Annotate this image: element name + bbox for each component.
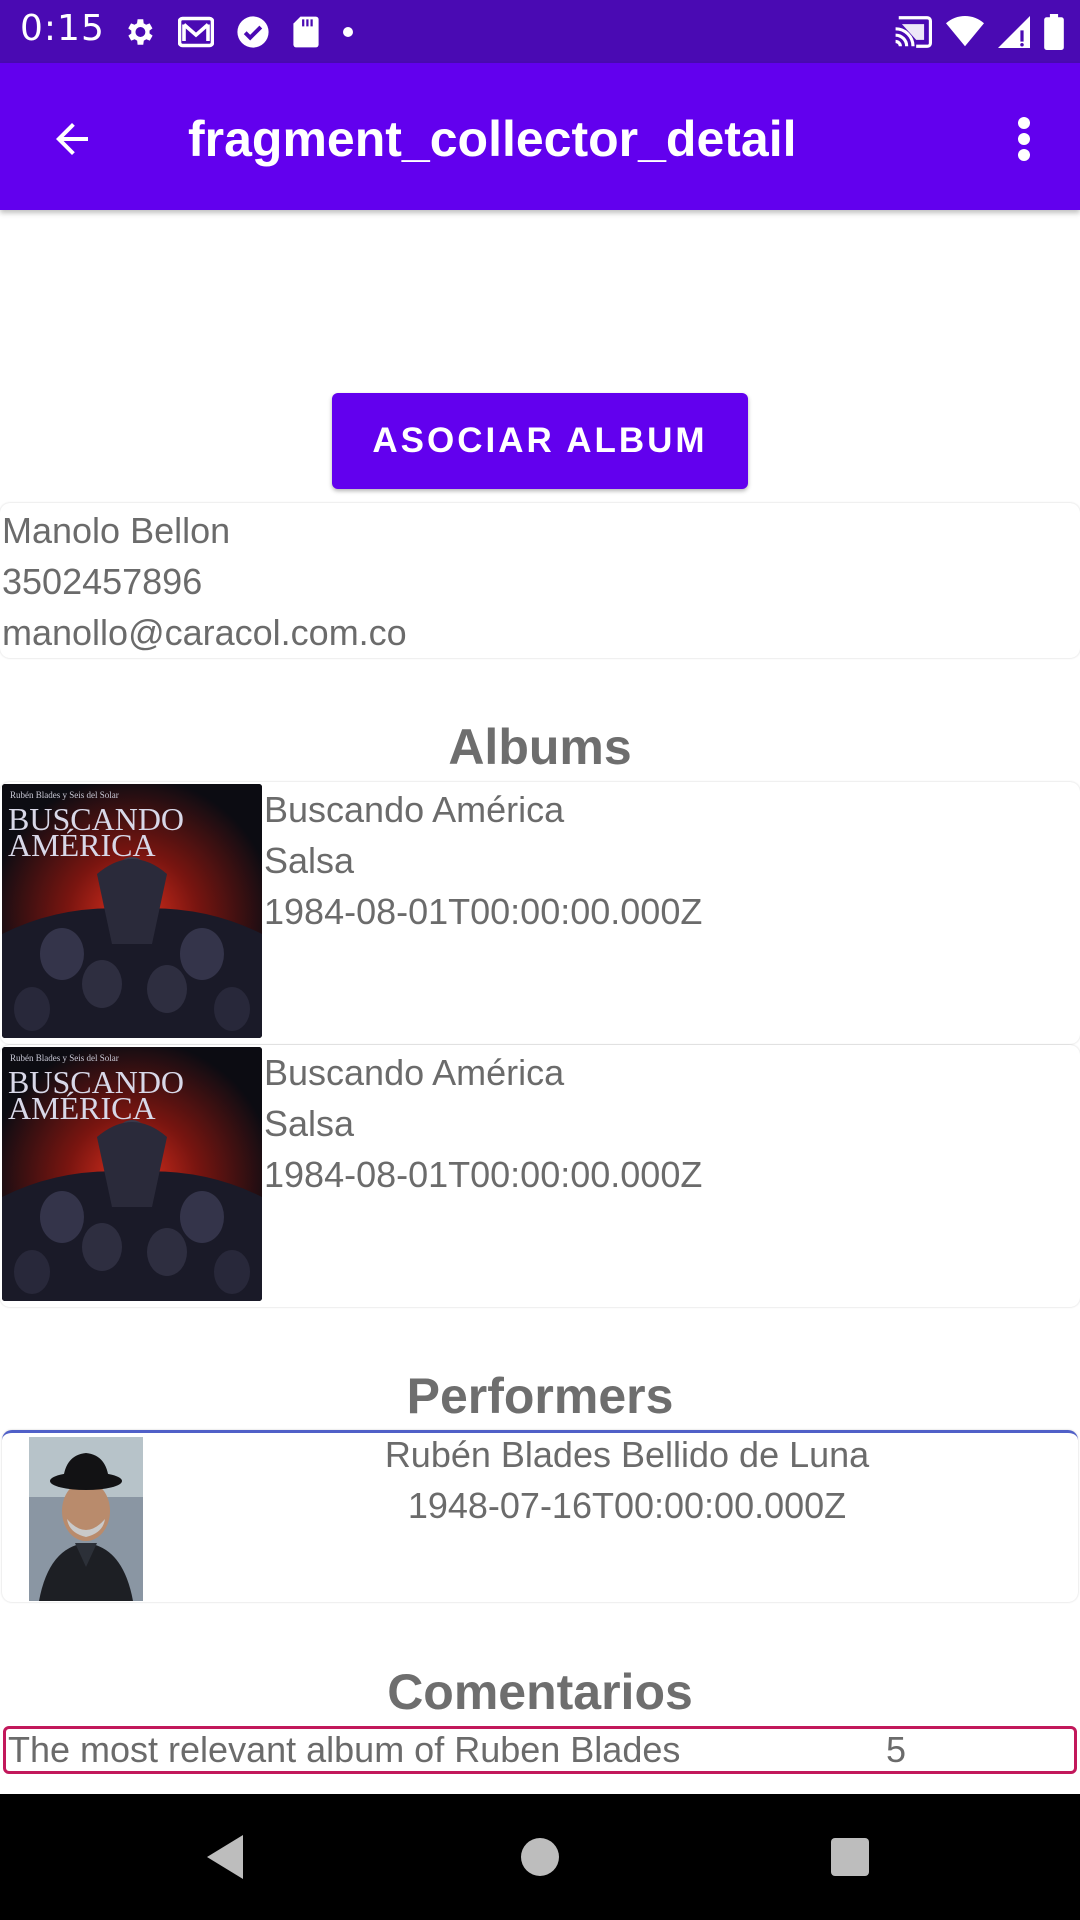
performer-name: Rubén Blades Bellido de Luna (384, 1434, 870, 1475)
album-cover-subtitle: Rubén Blades y Seis del Solar (10, 790, 119, 800)
status-time: 0:15 (20, 8, 105, 49)
settings-icon (128, 19, 153, 45)
album-cover-title-2: AMÉRICA (8, 1090, 156, 1126)
dot-icon (343, 27, 353, 37)
album-genre: Salsa (264, 840, 355, 881)
system-navigation-bar (0, 1794, 1080, 1920)
nav-recents-button[interactable] (805, 1822, 895, 1892)
back-button[interactable] (40, 107, 104, 171)
nav-home-icon (521, 1838, 559, 1876)
comment-rating: 5 (886, 1729, 907, 1770)
albums-section-title: Albums (448, 719, 632, 775)
nav-recents-icon (831, 1838, 869, 1876)
album-name: Buscando América (264, 1052, 565, 1093)
album-name: Buscando América (264, 789, 565, 830)
comment-description: The most relevant album of Ruben Blades (8, 1729, 681, 1770)
comments-section-title: Comentarios (387, 1664, 693, 1720)
battery-icon (1044, 14, 1064, 50)
cast-icon (895, 16, 932, 48)
performer-birth-date: 1948-07-16T00:00:00.000Z (407, 1485, 847, 1526)
app-bar: fragment_collector_detail (0, 63, 1080, 210)
page-title: fragment_collector_detail (188, 111, 797, 167)
album-list-item[interactable]: Rubén Blades y Seis del Solar BUSCANDO A… (0, 782, 1080, 1044)
associate-album-button[interactable]: ASOCIAR ALBUM (332, 393, 748, 489)
nav-back-icon (207, 1835, 243, 1879)
nav-home-button[interactable] (495, 1822, 585, 1892)
performer-list-item[interactable]: Rubén Blades Bellido de Luna 1948-07-16T… (2, 1430, 1078, 1602)
performer-photo (29, 1437, 143, 1601)
check-circle-icon (237, 16, 269, 48)
sd-card-icon (293, 16, 319, 48)
album-cover-image: Rubén Blades y Seis del Solar BUSCANDO A… (2, 784, 262, 1038)
collector-email: manollo@caracol.com.co (2, 612, 407, 653)
signal-icon (998, 16, 1030, 48)
wifi-icon (946, 16, 984, 47)
nav-back-button[interactable] (180, 1822, 270, 1892)
album-list-item[interactable]: Rubén Blades y Seis del Solar BUSCANDO A… (0, 1045, 1080, 1307)
gmail-icon (178, 16, 214, 48)
overflow-menu-button[interactable] (1000, 107, 1048, 171)
collector-phone: 3502457896 (2, 561, 203, 602)
album-release-date: 1984-08-01T00:00:00.000Z (264, 1154, 703, 1195)
album-genre: Salsa (264, 1103, 355, 1144)
album-cover-image: Rubén Blades y Seis del Solar BUSCANDO A… (2, 1047, 262, 1301)
arrow-back-icon (56, 123, 88, 155)
status-system-icons (894, 12, 1064, 52)
status-bar: 0:15 (0, 0, 1080, 63)
album-cover-title-2: AMÉRICA (8, 827, 156, 863)
album-cover-subtitle: Rubén Blades y Seis del Solar (10, 1053, 119, 1063)
comment-list-item[interactable]: The most relevant album of Ruben Blades … (3, 1726, 1077, 1774)
status-notification-icons (122, 12, 354, 52)
collector-name: Manolo Bellon (2, 510, 231, 551)
collector-info-card: Manolo Bellon 3502457896 manollo@caracol… (0, 503, 1080, 658)
album-release-date: 1984-08-01T00:00:00.000Z (264, 891, 703, 932)
more-vert-icon (1018, 117, 1030, 161)
performers-section-title: Performers (406, 1368, 674, 1424)
